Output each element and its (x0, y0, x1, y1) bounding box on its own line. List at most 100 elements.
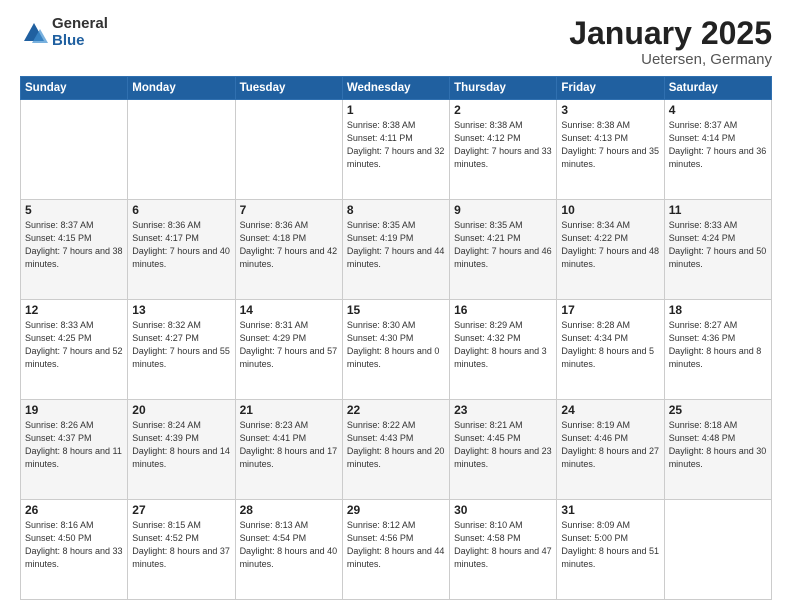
header: General Blue January 2025 Uetersen, Germ… (20, 16, 772, 68)
day-info: Sunrise: 8:35 AM Sunset: 4:19 PM Dayligh… (347, 219, 445, 271)
table-row: 25 Sunrise: 8:18 AM Sunset: 4:48 PM Dayli… (664, 400, 771, 500)
table-row: 26Sunrise: 8:16 AM Sunset: 4:50 PM Dayli… (21, 500, 128, 600)
table-row: 9 Sunrise: 8:35 AM Sunset: 4:21 PM Daylig… (450, 200, 557, 300)
day-info: Sunrise: 8:22 AM Sunset: 4:43 PM Dayligh… (347, 419, 445, 471)
calendar-week-row: 12Sunrise: 8:33 AM Sunset: 4:25 PM Dayli… (21, 300, 772, 400)
day-info: Sunrise: 8:24 AM Sunset: 4:39 PM Dayligh… (132, 419, 230, 471)
logo: General Blue (20, 16, 108, 49)
table-row: 2Sunrise: 8:38 AM Sunset: 4:12 PM Daylig… (450, 100, 557, 200)
day-number: 4 (669, 103, 767, 117)
calendar-week-row: 1Sunrise: 8:38 AM Sunset: 4:11 PM Daylig… (21, 100, 772, 200)
day-info: Sunrise: 8:38 AM Sunset: 4:11 PM Dayligh… (347, 119, 445, 171)
day-number: 27 (132, 503, 230, 517)
header-sunday: Sunday (21, 77, 128, 100)
day-info: Sunrise: 8:38 AM Sunset: 4:13 PM Dayligh… (561, 119, 659, 171)
day-number: 11 (669, 203, 767, 217)
table-row: 13 Sunrise: 8:32 AM Sunset: 4:27 PM Dayli… (128, 300, 235, 400)
header-saturday: Saturday (664, 77, 771, 100)
table-row: 3 Sunrise: 8:38 AM Sunset: 4:13 PM Daylig… (557, 100, 664, 200)
calendar-week-row: 19 Sunrise: 8:26 AM Sunset: 4:37 PM Dayli… (21, 400, 772, 500)
table-row: 28Sunrise: 8:13 AM Sunset: 4:54 PM Dayli… (235, 500, 342, 600)
day-number: 3 (561, 103, 659, 117)
day-info: Sunrise: 8:37 AM Sunset: 4:15 PM Dayligh… (25, 219, 123, 271)
day-info: Sunrise: 8:36 AM Sunset: 4:17 PM Dayligh… (132, 219, 230, 271)
table-row (128, 100, 235, 200)
logo-text: General Blue (52, 16, 108, 49)
table-row (21, 100, 128, 200)
day-number: 5 (25, 203, 123, 217)
table-row: 5 Sunrise: 8:37 AM Sunset: 4:15 PM Daylig… (21, 200, 128, 300)
day-number: 9 (454, 203, 552, 217)
header-monday: Monday (128, 77, 235, 100)
table-row: 15Sunrise: 8:30 AM Sunset: 4:30 PM Dayli… (342, 300, 449, 400)
calendar-week-row: 26Sunrise: 8:16 AM Sunset: 4:50 PM Dayli… (21, 500, 772, 600)
day-number: 10 (561, 203, 659, 217)
day-number: 22 (347, 403, 445, 417)
day-info: Sunrise: 8:31 AM Sunset: 4:29 PM Dayligh… (240, 319, 338, 371)
day-number: 25 (669, 403, 767, 417)
day-number: 26 (25, 503, 123, 517)
day-number: 2 (454, 103, 552, 117)
day-info: Sunrise: 8:30 AM Sunset: 4:30 PM Dayligh… (347, 319, 445, 371)
day-info: Sunrise: 8:35 AM Sunset: 4:21 PM Dayligh… (454, 219, 552, 271)
day-number: 12 (25, 303, 123, 317)
day-number: 30 (454, 503, 552, 517)
table-row (664, 500, 771, 600)
day-number: 20 (132, 403, 230, 417)
day-info: Sunrise: 8:37 AM Sunset: 4:14 PM Dayligh… (669, 119, 767, 171)
day-info: Sunrise: 8:27 AM Sunset: 4:36 PM Dayligh… (669, 319, 767, 371)
calendar-title: January 2025 (569, 16, 772, 51)
table-row: 24Sunrise: 8:19 AM Sunset: 4:46 PM Dayli… (557, 400, 664, 500)
day-info: Sunrise: 8:15 AM Sunset: 4:52 PM Dayligh… (132, 519, 230, 571)
table-row: 7 Sunrise: 8:36 AM Sunset: 4:18 PM Daylig… (235, 200, 342, 300)
table-row (235, 100, 342, 200)
day-number: 13 (132, 303, 230, 317)
table-row: 29Sunrise: 8:12 AM Sunset: 4:56 PM Dayli… (342, 500, 449, 600)
table-row: 21 Sunrise: 8:23 AM Sunset: 4:41 PM Dayli… (235, 400, 342, 500)
calendar-week-row: 5 Sunrise: 8:37 AM Sunset: 4:15 PM Daylig… (21, 200, 772, 300)
day-info: Sunrise: 8:26 AM Sunset: 4:37 PM Dayligh… (25, 419, 123, 471)
day-number: 23 (454, 403, 552, 417)
day-info: Sunrise: 8:32 AM Sunset: 4:27 PM Dayligh… (132, 319, 230, 371)
table-row: 11 Sunrise: 8:33 AM Sunset: 4:24 PM Dayli… (664, 200, 771, 300)
day-info: Sunrise: 8:21 AM Sunset: 4:45 PM Dayligh… (454, 419, 552, 471)
day-info: Sunrise: 8:18 AM Sunset: 4:48 PM Dayligh… (669, 419, 767, 471)
day-info: Sunrise: 8:09 AM Sunset: 5:00 PM Dayligh… (561, 519, 659, 571)
table-row: 12Sunrise: 8:33 AM Sunset: 4:25 PM Dayli… (21, 300, 128, 400)
table-row: 27 Sunrise: 8:15 AM Sunset: 4:52 PM Dayli… (128, 500, 235, 600)
table-row: 16Sunrise: 8:29 AM Sunset: 4:32 PM Dayli… (450, 300, 557, 400)
day-number: 19 (25, 403, 123, 417)
calendar-table: Sunday Monday Tuesday Wednesday Thursday… (20, 76, 772, 600)
calendar-location: Uetersen, Germany (569, 51, 772, 68)
day-info: Sunrise: 8:12 AM Sunset: 4:56 PM Dayligh… (347, 519, 445, 571)
day-number: 31 (561, 503, 659, 517)
day-number: 21 (240, 403, 338, 417)
table-row: 4 Sunrise: 8:37 AM Sunset: 4:14 PM Daylig… (664, 100, 771, 200)
table-row: 6 Sunrise: 8:36 AM Sunset: 4:17 PM Daylig… (128, 200, 235, 300)
day-info: Sunrise: 8:23 AM Sunset: 4:41 PM Dayligh… (240, 419, 338, 471)
page: General Blue January 2025 Uetersen, Germ… (0, 0, 792, 612)
day-info: Sunrise: 8:29 AM Sunset: 4:32 PM Dayligh… (454, 319, 552, 371)
day-number: 6 (132, 203, 230, 217)
header-wednesday: Wednesday (342, 77, 449, 100)
day-info: Sunrise: 8:28 AM Sunset: 4:34 PM Dayligh… (561, 319, 659, 371)
table-row: 31 Sunrise: 8:09 AM Sunset: 5:00 PM Dayli… (557, 500, 664, 600)
table-row: 17Sunrise: 8:28 AM Sunset: 4:34 PM Dayli… (557, 300, 664, 400)
day-info: Sunrise: 8:19 AM Sunset: 4:46 PM Dayligh… (561, 419, 659, 471)
day-info: Sunrise: 8:36 AM Sunset: 4:18 PM Dayligh… (240, 219, 338, 271)
table-row: 8Sunrise: 8:35 AM Sunset: 4:19 PM Daylig… (342, 200, 449, 300)
day-info: Sunrise: 8:13 AM Sunset: 4:54 PM Dayligh… (240, 519, 338, 571)
day-number: 7 (240, 203, 338, 217)
logo-blue-text: Blue (52, 33, 108, 50)
calendar-header-row: Sunday Monday Tuesday Wednesday Thursday… (21, 77, 772, 100)
header-tuesday: Tuesday (235, 77, 342, 100)
table-row: 20 Sunrise: 8:24 AM Sunset: 4:39 PM Dayli… (128, 400, 235, 500)
day-number: 18 (669, 303, 767, 317)
table-row: 10 Sunrise: 8:34 AM Sunset: 4:22 PM Dayli… (557, 200, 664, 300)
table-row: 30Sunrise: 8:10 AM Sunset: 4:58 PM Dayli… (450, 500, 557, 600)
header-friday: Friday (557, 77, 664, 100)
logo-general-text: General (52, 16, 108, 33)
day-info: Sunrise: 8:34 AM Sunset: 4:22 PM Dayligh… (561, 219, 659, 271)
table-row: 23 Sunrise: 8:21 AM Sunset: 4:45 PM Dayli… (450, 400, 557, 500)
day-info: Sunrise: 8:33 AM Sunset: 4:24 PM Dayligh… (669, 219, 767, 271)
